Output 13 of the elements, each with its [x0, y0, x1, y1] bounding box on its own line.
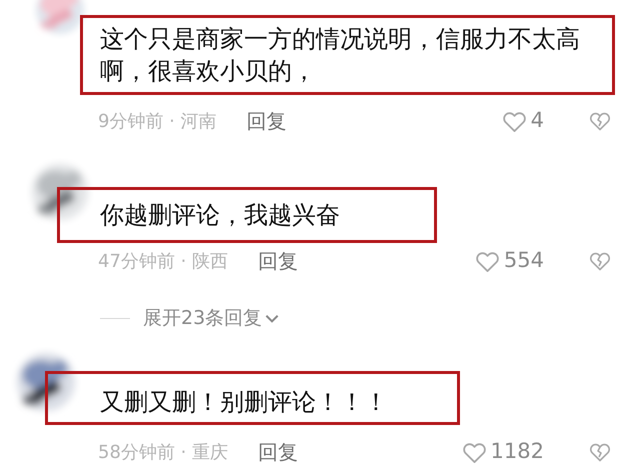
reply-link[interactable]: 回复 — [258, 246, 298, 276]
reply-link[interactable]: 回复 — [258, 437, 298, 466]
comment-text: 你越删评论，我越兴奋 — [100, 200, 341, 231]
comment-text: 又删又删！别删评论！！！ — [100, 387, 389, 418]
comment-text: 这个只是商家一方的情况说明，信服力不太高啊，很喜欢小贝的， — [100, 24, 581, 87]
comment-meta: 9分钟前 · 河南 — [98, 110, 217, 134]
reply-link[interactable]: 回复 — [246, 106, 287, 136]
expand-replies-button[interactable]: 展开23条回复 — [143, 304, 282, 332]
comment-meta: 47分钟前 · 陕西 — [98, 250, 228, 274]
comment-meta: 58分钟前 · 重庆 — [98, 440, 228, 464]
like-count: 4 — [530, 107, 544, 134]
like-count: 1182 — [490, 438, 544, 466]
like-count: 554 — [504, 247, 544, 274]
